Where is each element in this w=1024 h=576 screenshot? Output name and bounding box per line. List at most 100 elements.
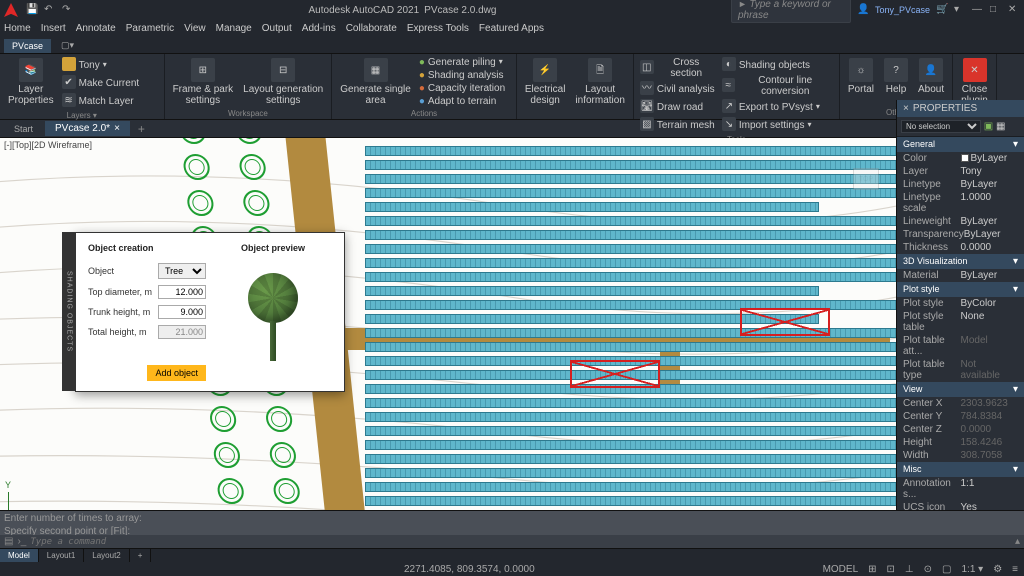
scale-button[interactable]: 1:1 ▾ xyxy=(959,564,985,575)
prop-row[interactable]: Width308.7058 xyxy=(897,449,1024,462)
command-expand-icon[interactable]: ▴ xyxy=(1015,536,1020,547)
add-layout-button[interactable]: + xyxy=(130,549,152,562)
new-tab-button[interactable]: + xyxy=(132,122,151,136)
top-diameter-input[interactable] xyxy=(158,285,206,299)
shading-analysis-button[interactable]: ●Shading analysis xyxy=(417,69,512,82)
menu-item[interactable]: Collaborate xyxy=(346,23,397,34)
settings-icon[interactable]: ⚙ xyxy=(991,564,1004,575)
model-tab[interactable]: Model xyxy=(0,549,39,562)
cart-icon[interactable]: 🛒 xyxy=(936,4,948,16)
layout-tab[interactable]: Layout2 xyxy=(84,549,129,562)
electrical-design-button[interactable]: ⚡Electrical design xyxy=(521,56,570,108)
qat-redo-icon[interactable]: ↷ xyxy=(62,4,74,16)
capacity-iter-button[interactable]: ●Capacity iteration xyxy=(417,82,512,95)
filetab-start[interactable]: Start xyxy=(4,122,43,136)
model-mode-button[interactable]: MODEL xyxy=(821,564,861,575)
menu-item[interactable]: View xyxy=(184,23,206,34)
prop-row[interactable]: Plot table typeNot available xyxy=(897,358,1024,382)
prop-row[interactable]: Height158.4246 xyxy=(897,436,1024,449)
menu-item[interactable]: Featured Apps xyxy=(479,23,544,34)
prop-group[interactable]: 3D Visualization▾ xyxy=(897,254,1024,269)
filetab-current[interactable]: PVcase 2.0*× xyxy=(45,121,130,136)
help-dropdown-icon[interactable]: ▾ xyxy=(954,4,966,16)
menu-item[interactable]: Express Tools xyxy=(407,23,469,34)
dialog-sidebar-tab[interactable]: SHADING OBJECTS xyxy=(62,233,76,391)
generate-single-button[interactable]: ▦Generate single area xyxy=(336,56,415,108)
menu-item[interactable]: Parametric xyxy=(126,23,174,34)
close-panel-icon[interactable]: × xyxy=(903,103,909,114)
prop-row[interactable]: Linetype scale1.0000 xyxy=(897,191,1024,215)
layout-tab[interactable]: Layout1 xyxy=(39,549,84,562)
close-tab-icon[interactable]: × xyxy=(114,123,120,134)
adapt-terrain-button[interactable]: ●Adapt to terrain xyxy=(417,95,512,108)
layout-gen-button[interactable]: ⊟Layout generation settings xyxy=(239,56,327,108)
prop-row[interactable]: MaterialByLayer xyxy=(897,269,1024,282)
selection-dropdown[interactable]: No selection xyxy=(901,120,981,133)
prop-row[interactable]: LayerTony xyxy=(897,165,1024,178)
quick-select-icon[interactable]: ▣ xyxy=(984,121,993,132)
match-layer-button[interactable]: ≋Match Layer xyxy=(60,92,160,110)
prop-row[interactable]: Plot style tableNone xyxy=(897,310,1024,334)
add-object-button[interactable]: Add object xyxy=(147,365,206,381)
layer-select[interactable]: Tony ▾ xyxy=(60,56,160,74)
prop-row[interactable]: Thickness0.0000 xyxy=(897,241,1024,254)
minimize-icon[interactable]: — xyxy=(972,4,984,16)
contour-conv-button[interactable]: ≈Contour line conversion xyxy=(720,74,835,98)
export-pvsyst-button[interactable]: ↗Export to PVsyst ▾ xyxy=(720,98,835,116)
ortho-icon[interactable]: ⊥ xyxy=(903,564,916,575)
qat-save-icon[interactable]: 💾 xyxy=(26,4,38,16)
layer-properties-button[interactable]: 📚Layer Properties xyxy=(4,56,58,108)
ribbon-tab-more[interactable]: ▢▾ xyxy=(53,38,82,53)
prop-row[interactable]: ColorByLayer xyxy=(897,152,1024,165)
menu-item[interactable]: Home xyxy=(4,23,31,34)
draw-road-button[interactable]: 🛣Draw road xyxy=(638,98,718,116)
prop-group[interactable]: Plot style▾ xyxy=(897,282,1024,297)
menu-item[interactable]: Add-ins xyxy=(302,23,336,34)
cross-section-button[interactable]: ◫Cross section xyxy=(638,56,718,80)
generate-piling-button[interactable]: ●Generate piling ▾ xyxy=(417,56,512,69)
command-input[interactable] xyxy=(30,537,1011,547)
prop-row[interactable]: Plot table att...Model xyxy=(897,334,1024,358)
prop-row[interactable]: Annotation s...1:1 xyxy=(897,477,1024,501)
ribbon-tab-pvcase[interactable]: PVcase xyxy=(4,39,51,53)
prop-row[interactable]: Center Y784.8384 xyxy=(897,410,1024,423)
prop-row[interactable]: LineweightByLayer xyxy=(897,215,1024,228)
signin-icon[interactable]: 👤 xyxy=(857,4,869,16)
polar-icon[interactable]: ⊙ xyxy=(922,564,934,575)
prop-group[interactable]: Misc▾ xyxy=(897,462,1024,477)
qat-undo-icon[interactable]: ↶ xyxy=(44,4,56,16)
view-cube[interactable]: TOP xyxy=(824,158,884,218)
maximize-icon[interactable]: □ xyxy=(990,4,1002,16)
user-name[interactable]: Tony_PVcase xyxy=(875,5,930,15)
grid-icon[interactable]: ⊞ xyxy=(866,564,878,575)
terrain-mesh-button[interactable]: ▨Terrain mesh xyxy=(638,116,718,134)
layout-info-button[interactable]: 🗎Layout information xyxy=(571,56,628,108)
help-button[interactable]: ?Help xyxy=(880,56,912,97)
civil-analysis-button[interactable]: 〰Civil analysis xyxy=(638,80,718,98)
search-input[interactable]: ► Type a keyword or phrase xyxy=(731,0,851,23)
snap-icon[interactable]: ⊡ xyxy=(885,564,897,575)
menu-item[interactable]: Annotate xyxy=(76,23,116,34)
command-menu-icon[interactable]: ▤ xyxy=(4,536,13,547)
portal-button[interactable]: ☼Portal xyxy=(844,56,878,97)
prop-row[interactable]: Plot styleByColor xyxy=(897,297,1024,310)
prop-row[interactable]: Center X2303.9623 xyxy=(897,397,1024,410)
prop-row[interactable]: LinetypeByLayer xyxy=(897,178,1024,191)
prop-row[interactable]: Center Z0.0000 xyxy=(897,423,1024,436)
about-button[interactable]: 👤About xyxy=(914,56,948,97)
prop-group[interactable]: General▾ xyxy=(897,137,1024,152)
shading-objects-button[interactable]: ◐Shading objects xyxy=(720,56,835,74)
osnap-icon[interactable]: ▢ xyxy=(940,564,953,575)
make-current-button[interactable]: ✔Make Current xyxy=(60,74,160,92)
prop-group[interactable]: View▾ xyxy=(897,382,1024,397)
object-type-select[interactable]: Tree xyxy=(158,263,206,279)
menu-item[interactable]: Manage xyxy=(216,23,252,34)
prop-row[interactable]: TransparencyByLayer xyxy=(897,228,1024,241)
close-icon[interactable]: ✕ xyxy=(1008,4,1020,16)
import-settings-button[interactable]: ↘Import settings ▾ xyxy=(720,116,835,134)
pick-icon[interactable]: ▦ xyxy=(996,121,1005,132)
customize-icon[interactable]: ≡ xyxy=(1010,564,1020,575)
trunk-height-input[interactable] xyxy=(158,305,206,319)
frame-park-button[interactable]: ⊞Frame & park settings xyxy=(169,56,238,108)
menu-item[interactable]: Insert xyxy=(41,23,66,34)
